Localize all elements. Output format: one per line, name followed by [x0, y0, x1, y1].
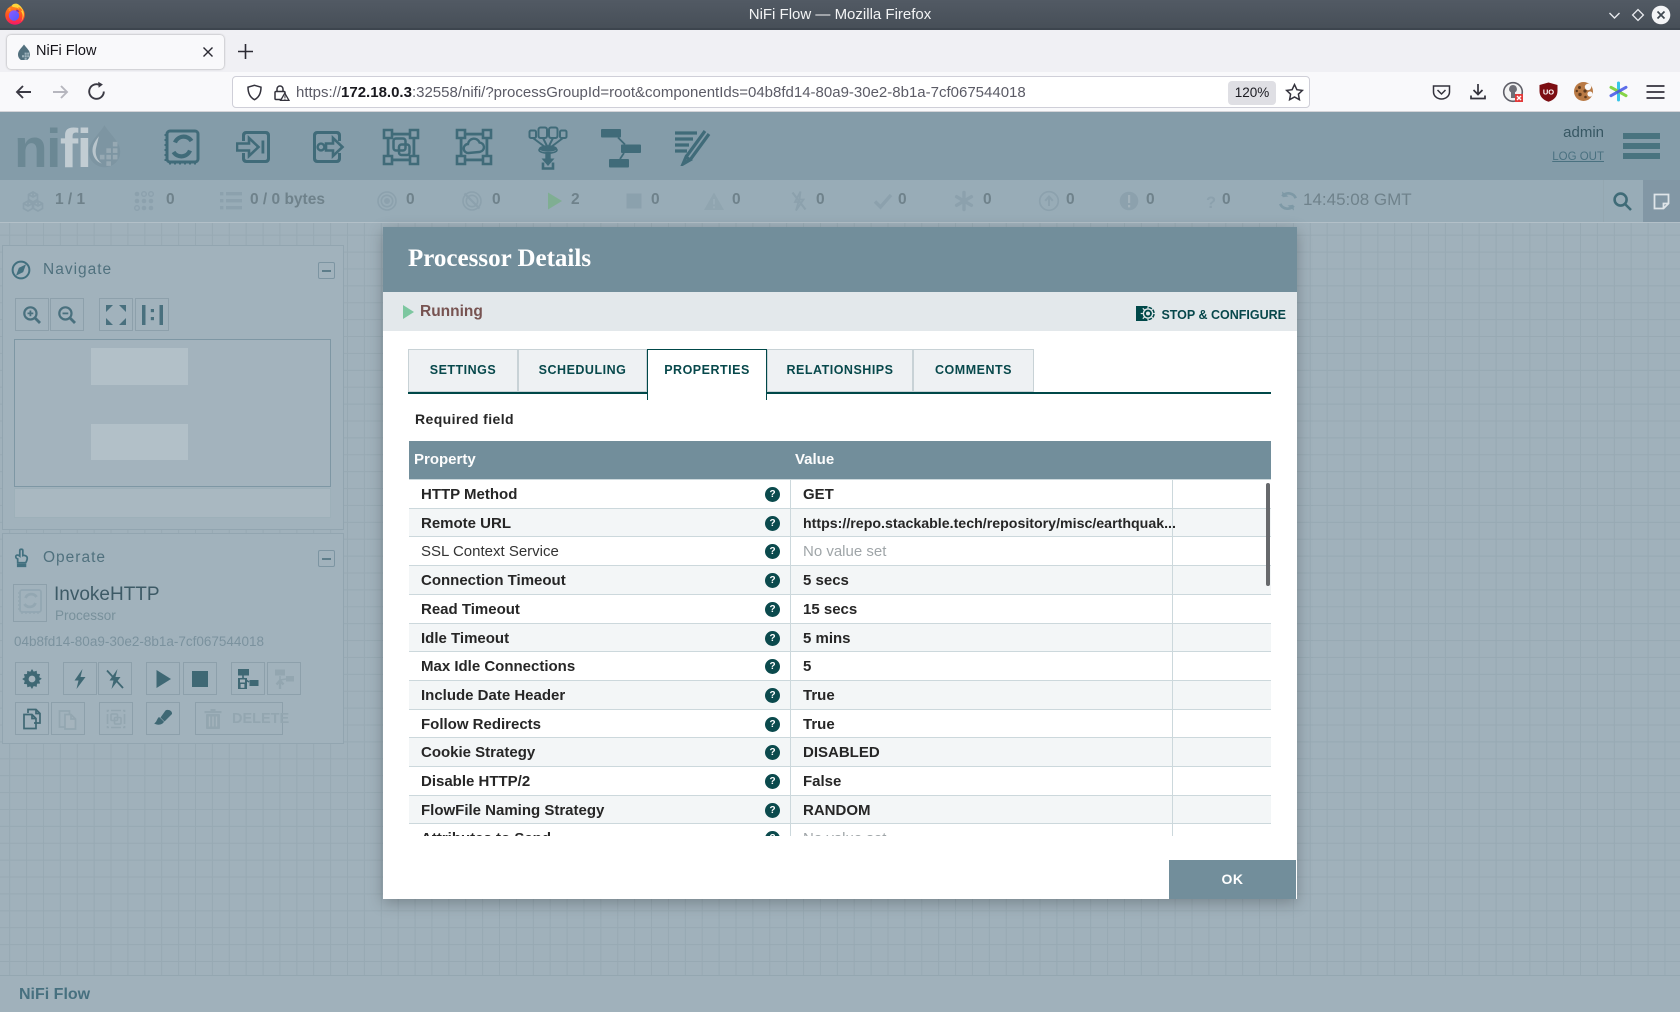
svg-text:UO: UO	[1543, 88, 1554, 97]
svg-text:?: ?	[1206, 194, 1216, 212]
